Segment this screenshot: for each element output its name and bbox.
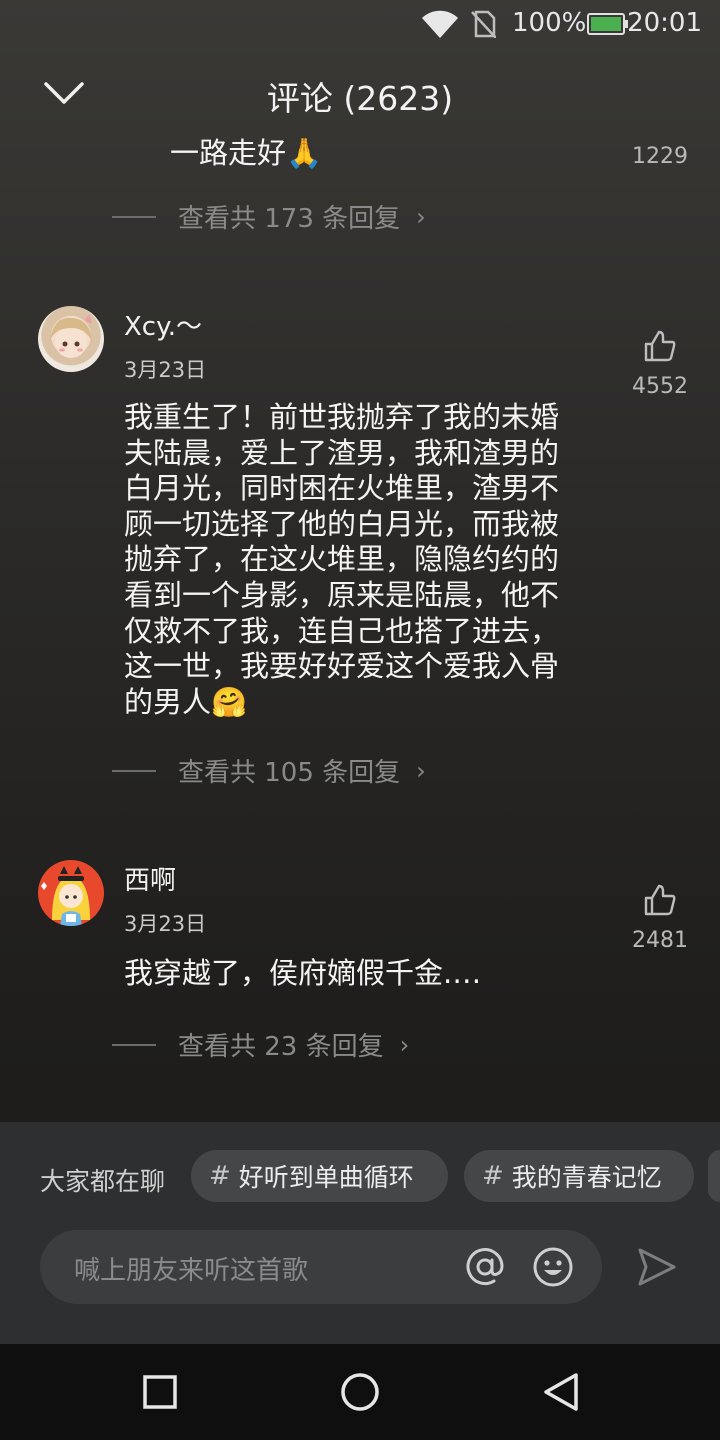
replies-label: 查看共 105 条回复 <box>178 758 401 788</box>
comment-line: 我重生了！前世我抛弃了我的未婚 <box>124 400 560 434</box>
topic-chip[interactable]: # 我的青春记忆 <box>464 1150 694 1202</box>
view-replies-link[interactable]: 查看共 173 条回复 › <box>112 198 426 235</box>
comment-text: 一路走好🙏 <box>170 136 323 170</box>
chevron-right-icon: › <box>399 1030 410 1059</box>
avatar[interactable] <box>38 860 104 926</box>
topic-chip-label: 我的青春记忆 <box>511 1163 662 1192</box>
view-replies-link[interactable]: 查看共 23 条回复 › <box>112 1026 409 1063</box>
thumbs-up-icon[interactable] <box>642 328 678 364</box>
wifi-icon <box>422 10 458 38</box>
page-title: 评论 (2623) <box>266 79 454 118</box>
comment-line: 这一世，我要好好爱这个爱我入骨 <box>124 649 560 684</box>
user-name[interactable]: 西啊 <box>124 860 176 897</box>
comment-line: 顾一切选择了他的白月光，而我被 <box>124 506 560 541</box>
comment-line: 抛弃了，在这火堆里，隐隐约约的 <box>124 542 560 577</box>
avatar[interactable] <box>38 306 104 372</box>
divider <box>112 1043 156 1046</box>
emoji-icon[interactable] <box>532 1246 574 1288</box>
comment-line: 夫陆晨，爱上了渣男，我和渣男的 <box>124 435 560 470</box>
comment-input-placeholder: 喊上朋友来听这首歌 <box>74 1256 309 1286</box>
chevron-right-icon: › <box>416 202 426 231</box>
topic-chip-label: 好听到单曲循环 <box>238 1163 414 1192</box>
at-mention-icon[interactable] <box>464 1246 506 1288</box>
battery-percent: 100% <box>512 8 587 38</box>
comment-text: 我穿越了，侯府嫡假千金.… <box>124 956 482 990</box>
home-icon[interactable] <box>340 1372 380 1412</box>
hashtag-icon: # <box>209 1161 231 1191</box>
comment-line: 仅救不了我，连自己也搭了进去， <box>124 613 560 648</box>
divider <box>112 769 156 772</box>
like-count: 2481 <box>632 928 688 953</box>
avatar-illustration <box>50 314 92 358</box>
comment-date: 3月23日 <box>124 912 207 936</box>
like-count: 4552 <box>632 374 688 399</box>
clock: 20:01 <box>627 8 702 38</box>
chevron-right-icon: › <box>416 756 426 785</box>
no-sim-icon <box>471 10 496 38</box>
comment-line: 白月光，同时困在火堆里，渣男不 <box>124 471 560 506</box>
like-count: 1229 <box>632 144 688 169</box>
topic-chip[interactable]: # 好听到单曲循环 <box>191 1150 448 1202</box>
back-icon[interactable] <box>542 1372 580 1412</box>
status-bar: 100% 20:01 <box>0 0 720 50</box>
comment-date: 3月23日 <box>124 358 207 382</box>
send-icon[interactable] <box>636 1246 678 1288</box>
avatar-illustration <box>41 866 90 926</box>
replies-label: 查看共 173 条回复 <box>178 204 401 234</box>
thumbs-up-icon[interactable] <box>642 882 678 918</box>
comment-body: 我重生了！前世我抛弃了我的未婚 夫陆晨，爱上了渣男，我和渣男的 白月光，同时困在… <box>124 400 604 720</box>
recent-apps-icon[interactable] <box>142 1374 178 1410</box>
comment-line: 看到一个身影，原来是陆晨，他不 <box>124 577 560 612</box>
topics-label: 大家都在聊 <box>40 1167 166 1196</box>
battery-icon <box>587 13 628 35</box>
topic-chip-partial[interactable] <box>708 1150 720 1202</box>
hashtag-icon: # <box>482 1161 504 1191</box>
user-name[interactable]: Xcy.～ <box>124 306 202 343</box>
divider <box>112 215 156 218</box>
replies-label: 查看共 23 条回复 <box>178 1032 384 1062</box>
view-replies-link[interactable]: 查看共 105 条回复 › <box>112 752 426 789</box>
comment-line: 的男人🤗 <box>124 684 248 719</box>
